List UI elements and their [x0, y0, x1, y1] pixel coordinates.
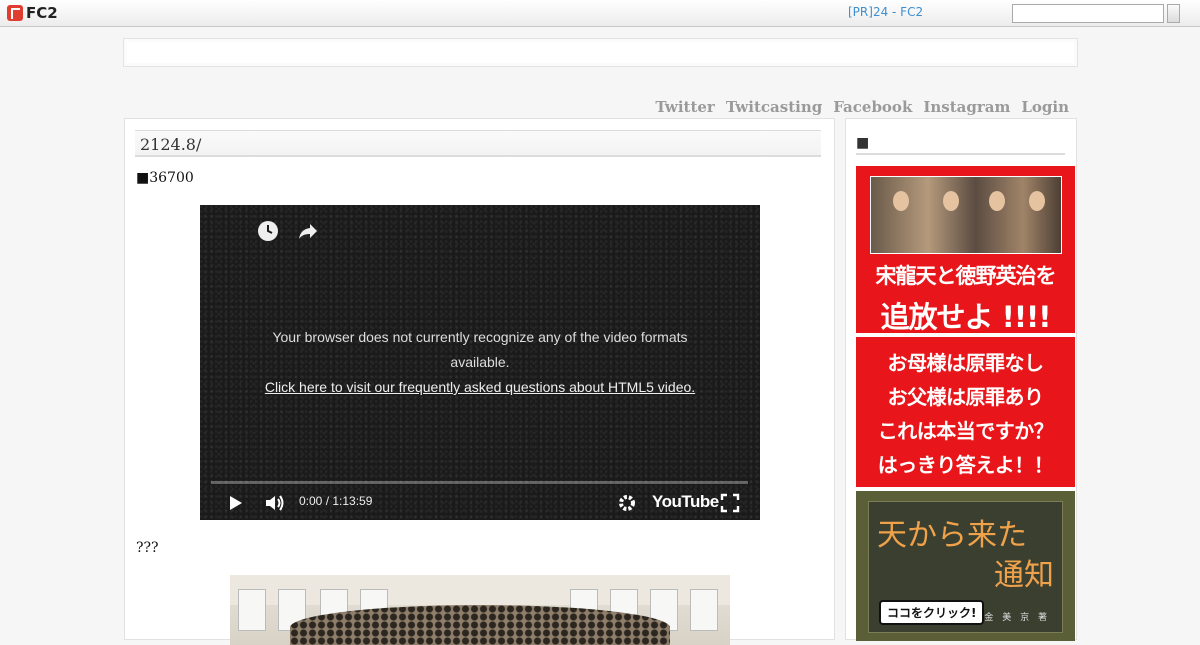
video-controls: 0:00 / 1:13:59 YouTube [200, 488, 760, 520]
book-cover: 天から来た 通知 ココをクリック! 金 美 京 著 [868, 501, 1063, 633]
banner-original-sin-line2: お父様は原罪あり [887, 385, 1045, 409]
youtube-logo[interactable]: YouTube [652, 492, 719, 512]
sidebar-title: ■ [856, 135, 1065, 155]
blog-header-box [123, 38, 1078, 67]
sidebar: ■ 宋龍天と徳野英治を 追放せよ !!!! お母様は原罪なし お父様は原罪あり … [845, 118, 1077, 641]
nav-twitter[interactable]: Twitter [655, 98, 714, 116]
nav-instagram[interactable]: Instagram [923, 98, 1010, 116]
fc2-logo-text: FC2 [26, 4, 58, 22]
search-input[interactable] [1012, 4, 1164, 23]
search-button[interactable] [1167, 4, 1180, 23]
banner-expel-line1: 宋龍天と徳野英治を [875, 264, 1057, 288]
book-author: 金 美 京 著 [984, 613, 1050, 623]
video-error-text: Your browser does not currently recogniz… [272, 329, 688, 370]
video-player[interactable]: Your browser does not currently recogniz… [200, 205, 760, 520]
share-icon[interactable] [296, 219, 320, 243]
fc2-topbar: FC2 [PR]24 - FC2 [0, 0, 1200, 27]
main-column: 2124.8/ ■36700 Your browser does not cur… [124, 118, 835, 645]
banner-expel[interactable]: 宋龍天と徳野英治を 追放せよ !!!! [856, 166, 1075, 333]
top-nav: Twitter Twitcasting Facebook Instagram L… [655, 98, 1069, 116]
watch-later-icon[interactable] [256, 219, 280, 243]
entry-title[interactable]: 2124.8/ [135, 130, 821, 157]
fullscreen-icon[interactable] [719, 492, 741, 514]
nav-twitcasting[interactable]: Twitcasting [726, 98, 822, 116]
nav-login[interactable]: Login [1021, 98, 1069, 116]
click-here-button[interactable]: ココをクリック! [879, 600, 985, 625]
play-icon[interactable] [224, 492, 246, 514]
fc2-logo-icon [7, 5, 23, 21]
html5-faq-link[interactable]: Click here to visit our frequently asked… [250, 375, 710, 400]
banner-photo [870, 176, 1062, 254]
banner-original-sin-line4: はっきり答えよ！！ [877, 453, 1054, 477]
video-progress-bar[interactable] [211, 481, 748, 484]
banner-book[interactable]: 天から来た 通知 ココをクリック! 金 美 京 著 [856, 491, 1075, 641]
banner-original-sin[interactable]: お母様は原罪なし お父様は原罪あり これは本当ですか？ はっきり答えよ！！ [856, 337, 1075, 487]
banner-original-sin-line1: お母様は原罪なし [887, 351, 1045, 375]
banner-original-sin-line3: これは本当ですか？ [877, 419, 1054, 443]
book-title-line1: 天から来た [877, 518, 1027, 553]
video-time: 0:00 / 1:13:59 [299, 494, 373, 508]
book-title-line2: 通知 [994, 558, 1054, 593]
entry-subtitle: ■36700 [136, 170, 194, 186]
fc2-logo[interactable]: FC2 [7, 4, 58, 22]
crowd-photo [230, 575, 730, 645]
entry-caption: ??? [136, 540, 159, 556]
pr-link[interactable]: [PR]24 - FC2 [848, 5, 923, 19]
video-error-message: Your browser does not currently recogniz… [250, 325, 710, 400]
nav-facebook[interactable]: Facebook [833, 98, 912, 116]
volume-icon[interactable] [263, 492, 285, 514]
banner-expel-line2: 追放せよ !!!! [880, 300, 1052, 333]
settings-gear-icon[interactable] [616, 492, 638, 514]
